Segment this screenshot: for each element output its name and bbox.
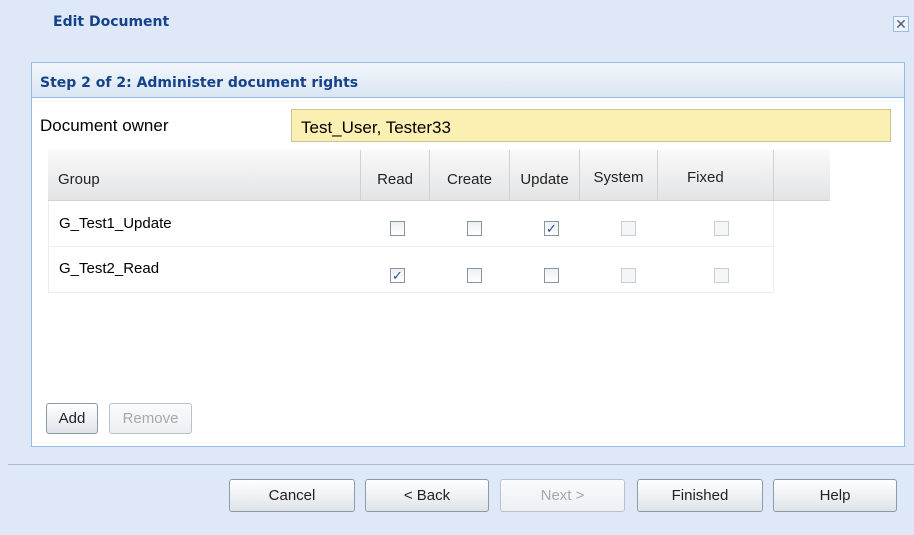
rights-grid: Group Read Create Update System Fixed G_… <box>48 150 830 293</box>
next-button: Next > <box>500 479 625 512</box>
group-name: G_Test1_Update <box>59 215 172 232</box>
help-button[interactable]: Help <box>773 479 897 512</box>
rights-panel: Step 2 of 2: Administer document rights … <box>31 62 905 447</box>
footer-divider <box>8 464 914 465</box>
table-row[interactable]: G_Test2_Read ✓ <box>48 247 774 293</box>
remove-button: Remove <box>109 403 192 434</box>
system-checkbox <box>621 268 636 283</box>
table-row[interactable]: G_Test1_Update ✓ <box>48 201 774 247</box>
fixed-checkbox <box>714 221 729 236</box>
cancel-button[interactable]: Cancel <box>229 479 355 512</box>
dialog-title: Edit Document <box>53 14 170 30</box>
update-checkbox[interactable]: ✓ <box>544 221 559 236</box>
column-header-update[interactable]: Update <box>510 150 580 200</box>
grid-header: Group Read Create Update System Fixed <box>48 150 830 201</box>
read-checkbox[interactable]: ✓ <box>390 268 405 283</box>
finished-button[interactable]: Finished <box>637 479 763 512</box>
create-checkbox[interactable] <box>467 268 482 283</box>
panel-title: Step 2 of 2: Administer document rights <box>40 75 359 91</box>
group-name: G_Test2_Read <box>59 260 160 277</box>
create-checkbox[interactable] <box>467 221 482 236</box>
update-checkbox[interactable] <box>544 268 559 283</box>
column-header-read[interactable]: Read <box>361 150 430 200</box>
document-owner-field[interactable]: Test_User, Tester33 <box>291 109 891 142</box>
close-icon[interactable]: ✕ <box>893 16 909 32</box>
back-button[interactable]: < Back <box>365 479 489 512</box>
column-header-fixed[interactable]: Fixed <box>658 150 774 200</box>
system-checkbox <box>621 221 636 236</box>
column-header-group[interactable]: Group <box>48 150 361 200</box>
column-header-system[interactable]: System <box>580 150 658 200</box>
fixed-checkbox <box>714 268 729 283</box>
document-owner-label: Document owner <box>40 116 169 135</box>
add-button[interactable]: Add <box>46 403 98 434</box>
edit-document-dialog: Edit Document ✕ Step 2 of 2: Administer … <box>0 0 914 535</box>
column-header-create[interactable]: Create <box>430 150 510 200</box>
read-checkbox[interactable] <box>390 221 405 236</box>
